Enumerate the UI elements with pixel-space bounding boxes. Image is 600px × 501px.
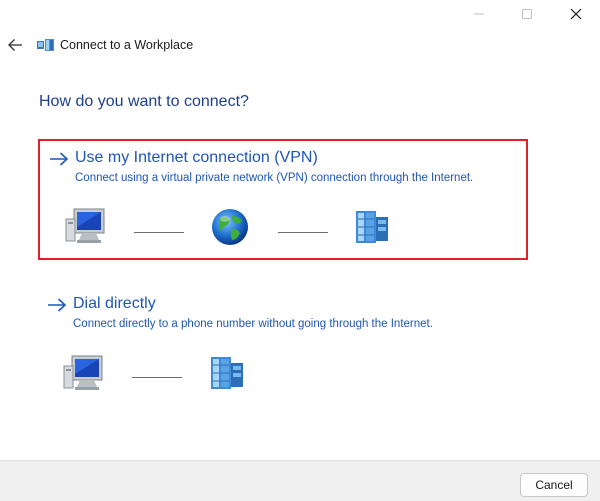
- minimize-button[interactable]: [455, 0, 503, 28]
- connection-line: [278, 232, 328, 233]
- cancel-button[interactable]: Cancel: [520, 473, 588, 497]
- close-button[interactable]: [552, 0, 600, 28]
- window-title: Connect to a Workplace: [60, 38, 194, 52]
- maximize-button[interactable]: [503, 0, 551, 28]
- connect-to-workplace-window: Connect to a Workplace How do you want t…: [0, 0, 600, 501]
- page-heading: How do you want to connect?: [39, 93, 249, 110]
- globe-icon: [212, 209, 248, 245]
- option-vpn-description: Connect using a virtual private network …: [75, 172, 474, 184]
- close-icon: [570, 8, 582, 20]
- connection-line: [134, 232, 184, 233]
- arrow-right-icon: [48, 298, 67, 312]
- option-vpn-title[interactable]: Use my Internet connection (VPN): [75, 149, 318, 167]
- arrow-right-icon: [50, 152, 69, 166]
- back-button[interactable]: [4, 34, 26, 56]
- connection-line: [132, 377, 182, 378]
- option-dial-title[interactable]: Dial directly: [73, 295, 156, 313]
- footer-bar: Cancel: [0, 460, 600, 501]
- option-vpn[interactable]: Use my Internet connection (VPN) Connect…: [38, 139, 528, 260]
- workplace-network-icon: [37, 39, 54, 51]
- computer-icon: [63, 355, 103, 390]
- back-arrow-icon: [8, 39, 22, 51]
- maximize-icon: [522, 9, 532, 19]
- server-icon: [356, 211, 388, 243]
- server-icon: [211, 357, 243, 389]
- computer-icon: [65, 208, 105, 243]
- option-dial[interactable]: Dial directly Connect directly to a phon…: [38, 287, 528, 397]
- minimize-icon: [474, 13, 484, 15]
- option-dial-description: Connect directly to a phone number witho…: [73, 318, 433, 330]
